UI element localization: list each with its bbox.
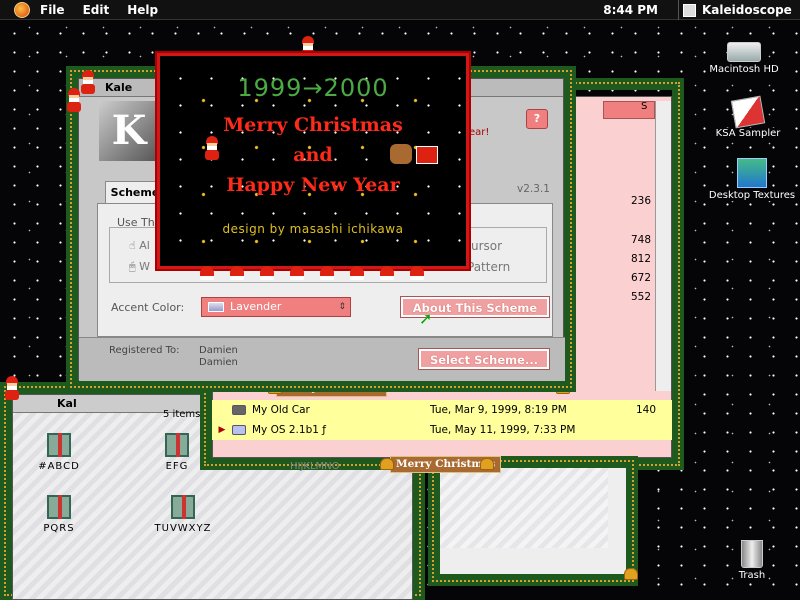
gift-icon: [171, 495, 195, 519]
list-scrollbar[interactable]: [655, 101, 671, 391]
option-cursor[interactable]: ursor: [471, 239, 502, 253]
row-name: My OS 2.1b1 ƒ: [252, 424, 326, 436]
lower-window-content: [440, 468, 608, 548]
menu-clock[interactable]: 8:44 PM: [603, 3, 658, 17]
santa-icon: [320, 266, 334, 280]
santa-icon: [290, 266, 304, 280]
folder-item-count: 5 items: [163, 409, 201, 420]
application-menu-label: Kaleidoscope: [702, 3, 792, 17]
list-row[interactable]: My Old Car Tue, Mar 9, 1999, 8:19 PM 140: [212, 400, 672, 420]
tab-scheme[interactable]: Scheme: [105, 181, 165, 203]
splash-years: 1999→2000: [237, 74, 389, 102]
desktop-icon-ksa[interactable]: KSA Sampler: [698, 95, 798, 139]
splash-credit: design by masashi ichikawa: [222, 222, 404, 236]
santa-icon: [200, 266, 214, 280]
file-label: PQRS: [43, 523, 75, 534]
registered-org: Damien: [199, 357, 238, 368]
greeting-fragment: ear!: [469, 127, 490, 138]
app-icon: [683, 3, 696, 17]
ksa-label: KSA Sampler: [713, 128, 783, 139]
reindeer-icon: [390, 144, 412, 164]
swatch-icon: [208, 302, 224, 312]
trash-icon: [741, 540, 763, 568]
santa-icon: [66, 88, 82, 112]
santa-icon: [380, 266, 394, 280]
santa-icon: [410, 266, 424, 280]
folder-file-icon[interactable]: TUVWXYZ: [143, 495, 223, 534]
car-icon: [232, 405, 246, 415]
size-cell: 748: [631, 234, 652, 246]
santa-icon: [350, 266, 364, 280]
apple-menu-icon[interactable]: [14, 1, 30, 18]
santa-icon: [260, 266, 274, 280]
size-cell: 812: [631, 253, 652, 265]
popup-arrows-icon: ⇕: [338, 302, 346, 312]
folder-icon: [737, 158, 767, 188]
application-menu[interactable]: Kaleidoscope: [678, 0, 792, 20]
list-row[interactable]: ▶ My OS 2.1b1 ƒ Tue, May 11, 1999, 7:33 …: [212, 420, 672, 440]
option-label[interactable]: ☝ Al: [129, 239, 150, 252]
bell-icon: [480, 458, 494, 470]
registered-name: Damien: [199, 345, 238, 356]
disclosure-triangle-icon[interactable]: ▶: [212, 425, 232, 435]
trash-label: Trash: [736, 570, 768, 581]
menu-edit[interactable]: Edit: [83, 3, 110, 17]
registered-label: Registered To:: [109, 345, 180, 356]
gift-icon: [47, 495, 71, 519]
file-label-partial: HIJKLMNO: [290, 461, 340, 472]
santa-row: [160, 266, 470, 282]
hd-label: Macintosh HD: [707, 64, 781, 75]
option-label[interactable]: 🖱 W: [129, 260, 150, 274]
bell-icon: [380, 458, 394, 470]
sleigh-icon: [416, 146, 438, 164]
desktop-icon-hd[interactable]: Macintosh HD: [694, 42, 794, 75]
accent-color-popup[interactable]: Lavender ⇕: [201, 297, 351, 317]
size-cell: 552: [631, 291, 652, 303]
bell-icon: [624, 568, 638, 580]
file-label: TUVWXYZ: [154, 523, 212, 534]
menu-file[interactable]: File: [40, 3, 65, 17]
option-label-text: W: [139, 260, 150, 273]
folder-file-icon[interactable]: PQRS: [19, 495, 99, 534]
kaleidoscope-logo: K: [99, 101, 159, 161]
row-size: 140: [636, 404, 657, 416]
option-label-text: Al: [139, 239, 150, 252]
row-name: My Old Car: [252, 404, 310, 416]
size-cell: 672: [631, 272, 652, 284]
splash-line3: Happy New Year: [226, 174, 400, 196]
desktop-icon-textures[interactable]: Desktop Textures: [702, 158, 800, 201]
option-pattern[interactable]: Pattern: [467, 260, 510, 274]
select-scheme-button[interactable]: Select Scheme...: [418, 348, 550, 370]
accent-color-label: Accent Color:: [111, 301, 185, 314]
accent-color-value: Lavender: [230, 300, 282, 313]
size-cell: 236: [631, 195, 652, 207]
menu-help[interactable]: Help: [127, 3, 158, 17]
santa-icon: [204, 136, 220, 160]
folder-icon: [232, 425, 246, 435]
cursor-icon: ➚: [419, 309, 433, 328]
row-date: Tue, Mar 9, 1999, 8:19 PM: [430, 404, 567, 416]
version-label: v2.3.1: [517, 183, 550, 195]
document-icon: [730, 95, 766, 129]
file-label: EFG: [165, 461, 189, 472]
textures-label: Desktop Textures: [706, 190, 798, 201]
row-date: Tue, May 11, 1999, 7:33 PM: [430, 424, 576, 436]
santa-icon: [230, 266, 244, 280]
desktop-icon-trash[interactable]: Trash: [702, 540, 800, 581]
file-label: #ABCD: [38, 461, 80, 472]
column-header-s[interactable]: S: [641, 101, 647, 112]
santa-icon: [80, 70, 96, 94]
folder-file-icon[interactable]: #ABCD: [19, 433, 99, 472]
menu-bar: File Edit Help 8:44 PM Kaleidoscope: [0, 0, 800, 20]
santa-icon: [4, 376, 20, 400]
gift-icon: [47, 433, 71, 457]
gift-icon: [165, 433, 189, 457]
splash-screen[interactable]: 1999→2000 Merry Christmas and Happy New …: [155, 51, 471, 271]
hard-disk-icon: [727, 42, 761, 62]
splash-line1: Merry Christmas: [223, 114, 403, 136]
help-icon[interactable]: ?: [526, 109, 548, 129]
